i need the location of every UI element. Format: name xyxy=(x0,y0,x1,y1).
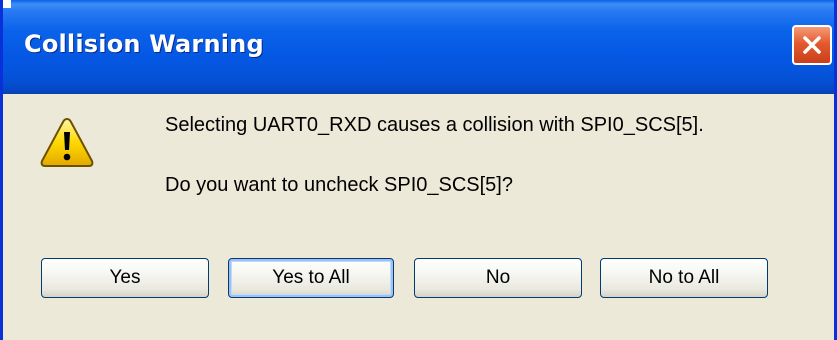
message-question: Do you want to uncheck SPI0_SCS[5]? xyxy=(165,174,513,196)
yes-to-all-button[interactable]: Yes to All xyxy=(228,258,394,298)
collision-warning-dialog: Collision Warning Selecting UART0_RXD ca… xyxy=(0,0,837,340)
close-x-icon xyxy=(803,36,821,54)
window-corner xyxy=(3,0,11,8)
no-button[interactable]: No xyxy=(414,258,582,298)
no-to-all-button[interactable]: No to All xyxy=(600,258,768,298)
close-button[interactable] xyxy=(792,25,832,65)
message-collision: Selecting UART0_RXD causes a collision w… xyxy=(165,114,704,136)
dialog-body: Selecting UART0_RXD causes a collision w… xyxy=(3,94,834,340)
window-title: Collision Warning xyxy=(24,30,264,58)
page: Collision Warning Selecting UART0_RXD ca… xyxy=(0,0,837,340)
warning-triangle-icon xyxy=(40,117,94,167)
title-bar[interactable]: Collision Warning xyxy=(3,0,834,94)
yes-button[interactable]: Yes xyxy=(41,258,209,298)
